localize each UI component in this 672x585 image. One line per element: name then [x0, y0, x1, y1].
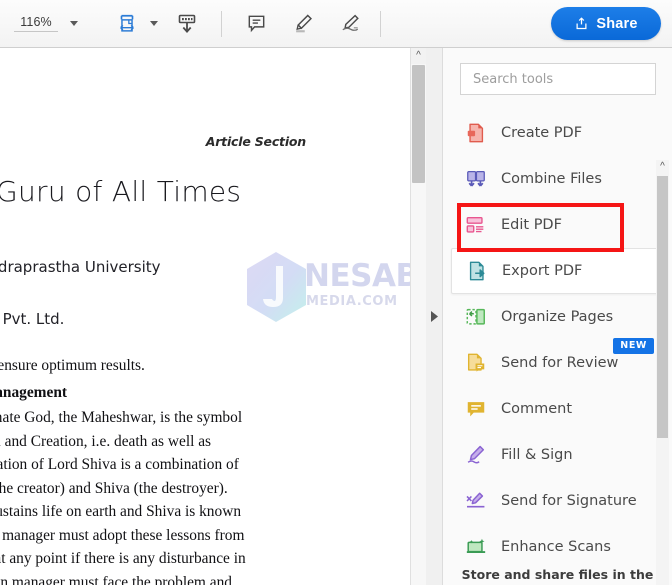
body-line: carnation of Lord Shiva is a combination…: [0, 456, 239, 473]
enhance-scans-icon: [464, 535, 488, 559]
top-toolbar: 116% Share: [0, 0, 672, 48]
triangle-right-icon[interactable]: [430, 311, 439, 322]
edit-pdf-icon: [464, 213, 488, 237]
body-line: ultimate God, the Maheshwar, is the symb…: [0, 409, 243, 426]
combine-files-icon: [464, 167, 488, 191]
create-pdf-icon: [464, 121, 488, 145]
share-button-label: Share: [596, 15, 638, 32]
fill-and-sign-icon: [341, 14, 359, 31]
tool-item-combine-files[interactable]: Combine Files: [443, 156, 672, 202]
toolbar-divider-2: [221, 10, 222, 37]
body-line: er. A manager must adopt these lessons f…: [0, 526, 245, 544]
document-scrollbar[interactable]: ^: [410, 48, 427, 585]
tool-item-create-pdf[interactable]: Create PDF: [443, 110, 672, 156]
body-section-heading: e Management: [0, 383, 68, 401]
body-line: use at any point if there is any disturb…: [0, 550, 246, 567]
comment-icon: [464, 397, 488, 421]
tool-item-edit-pdf[interactable]: Edit PDF: [443, 202, 672, 248]
tool-label: Fill & Sign: [501, 447, 573, 463]
tool-label: Export PDF: [502, 263, 583, 279]
panel-scroll-up-button[interactable]: ^: [656, 160, 669, 174]
tools-panel-footer: Store and share files in the: [443, 557, 672, 585]
document-scrollbar-thumb[interactable]: [412, 65, 425, 183]
comment-balloon-icon: [248, 15, 264, 33]
download-icon: [178, 14, 196, 33]
footer-text: Store and share files in the: [461, 567, 654, 582]
zoom-control[interactable]: 116%: [14, 9, 78, 39]
zoom-level-value[interactable]: 116%: [14, 15, 58, 32]
tool-item-send-for-signature[interactable]: Send for Signature: [443, 478, 672, 524]
highlight-tool-button[interactable]: [286, 7, 320, 41]
tool-item-organize-pages[interactable]: Organize Pages: [443, 294, 672, 340]
page-fit-group: [107, 7, 158, 41]
search-tools-placeholder: Search tools: [473, 71, 554, 87]
export-pdf-icon: [465, 259, 489, 283]
tool-item-fill-and-sign[interactable]: Fill & Sign: [443, 432, 672, 478]
send-for-signature-icon: [464, 489, 488, 513]
highlighter-pen-icon: [295, 14, 312, 33]
document-affiliation: Indraprastha University: [0, 258, 161, 276]
page-header-article-section: Article Section: [205, 134, 306, 149]
tools-list: Create PDF Combine Files Edit PDF Export…: [443, 110, 672, 585]
toolbar-divider-3: [380, 10, 381, 37]
chevron-up-icon: ^: [660, 161, 665, 172]
search-tools-input[interactable]: Search tools: [460, 63, 656, 95]
send-for-review-icon: [464, 351, 488, 375]
tool-item-send-for-review[interactable]: Send for Review NEW: [443, 338, 672, 386]
scroll-up-button[interactable]: ^: [411, 48, 426, 64]
tool-label: Enhance Scans: [501, 539, 611, 555]
tool-item-export-pdf[interactable]: Export PDF: [451, 248, 662, 294]
fit-page-width-button[interactable]: [110, 7, 144, 41]
document-viewer[interactable]: Article Section Guru of All Times Indrap…: [0, 48, 410, 585]
tool-label: Organize Pages: [501, 309, 614, 325]
body-line: ction and Creation, i.e. death as well a…: [0, 432, 212, 450]
document-company: s Pvt. Ltd.: [0, 310, 65, 328]
document-body: y to ensure optimum results. e Managemen…: [0, 354, 380, 585]
body-lead-line: y to ensure optimum results.: [0, 357, 145, 374]
tool-label: Create PDF: [501, 125, 583, 141]
pdf-page: Article Section Guru of All Times Indrap…: [0, 48, 410, 585]
body-line: nu (the creator) and Shiva (the destroye…: [0, 479, 228, 497]
download-button[interactable]: [170, 7, 204, 41]
organize-pages-icon: [464, 305, 488, 329]
panel-collapse-strip[interactable]: [426, 48, 443, 585]
body-line: n then manager must face the problem and: [0, 573, 232, 585]
fill-sign-icon: [464, 443, 488, 467]
tool-label: Send for Review: [501, 355, 619, 371]
comment-tool-button[interactable]: [239, 7, 273, 41]
tool-item-comment[interactable]: Comment: [443, 386, 672, 432]
tool-label: Send for Signature: [501, 493, 637, 509]
share-button[interactable]: Share: [551, 7, 661, 40]
status-badge-new: NEW: [613, 338, 654, 354]
page-title: Guru of All Times: [0, 175, 242, 208]
tools-panel-scrollbar[interactable]: ^ ^: [656, 160, 669, 585]
tools-panel: Search tools Create PDF Combine Files Ed…: [443, 48, 672, 585]
chevron-up-icon: ^: [416, 50, 421, 61]
share-upload-icon: [576, 17, 587, 30]
chevron-down-icon[interactable]: [70, 21, 78, 26]
body-line: ho sustains life on earth and Shiva is k…: [0, 503, 242, 520]
tool-label: Edit PDF: [501, 217, 562, 233]
tool-label: Combine Files: [501, 171, 602, 187]
tools-panel-scrollbar-thumb[interactable]: [657, 176, 668, 438]
fill-and-sign-button[interactable]: [333, 7, 367, 41]
tool-label: Comment: [501, 401, 573, 417]
fit-page-width-icon: [120, 14, 134, 32]
fit-options-chevron-down-icon[interactable]: [150, 21, 158, 26]
